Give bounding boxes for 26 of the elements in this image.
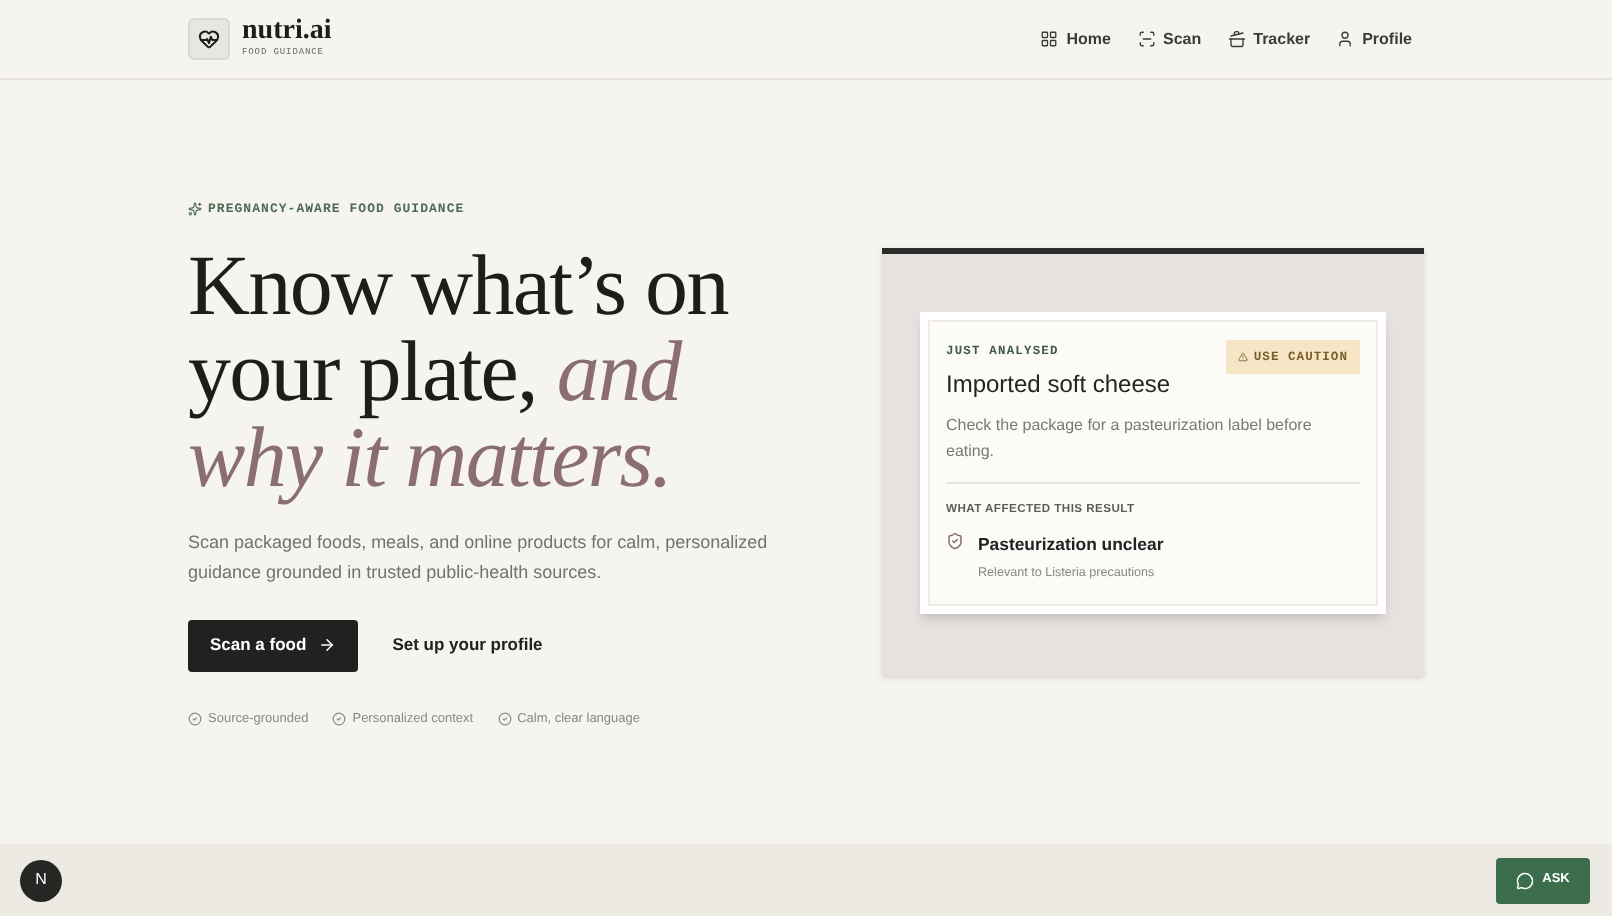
shield-icon [946, 532, 964, 551]
check-circle-icon [188, 712, 202, 727]
dev-indicator-button[interactable]: N [20, 859, 62, 901]
pot-icon [1227, 30, 1246, 48]
nav-link[interactable]: Profile [1336, 27, 1412, 51]
sparkle-icon [188, 202, 202, 217]
scan-icon [1137, 30, 1155, 48]
check-circle-icon [497, 712, 512, 727]
arrow-icon [318, 636, 337, 655]
user-icon [1336, 30, 1355, 48]
nav-link[interactable]: Tracker [1227, 27, 1311, 51]
grid-icon [1040, 30, 1059, 48]
description-text: Scan packaged foods, meals, and online products for calm, personalized guidance grounded in trusted public-health sources. [188, 529, 770, 586]
profile-link[interactable]: Set up your profile [392, 632, 543, 659]
scan-food-button[interactable]: Scan a food [188, 619, 359, 672]
headline: Know what’s on your plate, and why it matters. [188, 243, 731, 502]
nav-link[interactable]: Home [1040, 27, 1111, 51]
heart-pulse-icon [188, 18, 230, 60]
nav-link[interactable]: Scan [1137, 27, 1202, 51]
card-message: Check the package for a pasteurization label before eating. [946, 414, 1314, 465]
brand-name: nutri.ai [242, 18, 332, 47]
warning-icon [1237, 352, 1248, 363]
factor-title: Pasteurization unclear [978, 532, 1164, 559]
check-circle-icon [332, 712, 347, 727]
chat-bubble-icon [1516, 871, 1535, 889]
food-title: Imported soft cheese [946, 368, 1173, 403]
